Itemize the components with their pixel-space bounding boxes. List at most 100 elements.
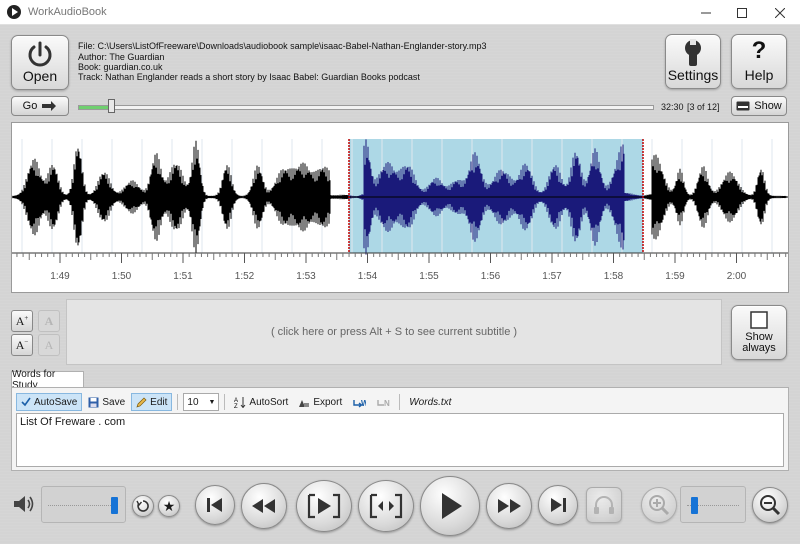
time-label: 1:57 [542,271,562,282]
play-phrase-button[interactable] [358,480,414,532]
svg-text:W: W [361,399,366,408]
autosave-toggle[interactable]: AutoSave [16,393,83,411]
headphones-button [586,487,622,523]
toolbar-divider [177,394,179,410]
next-word-icon: N [377,399,390,408]
headphones-icon [594,496,614,514]
zoom-out-icon [760,495,781,516]
next-track-button[interactable] [538,485,578,525]
autosort-label: AutoSort [249,396,289,408]
fast-forward-icon [498,499,521,513]
decrease-font-button[interactable]: A− [11,334,33,356]
show-button[interactable]: Show [731,96,787,116]
rewind-icon [252,499,275,513]
export-button[interactable]: Export [294,393,346,411]
time-label: 1:56 [481,271,501,282]
subtitle-panel[interactable]: ( click here or press Alt + S to see cur… [66,299,722,365]
settings-button[interactable]: Settings [665,34,721,89]
time-label: 1:51 [173,271,193,282]
pencil-icon [136,397,147,408]
help-button[interactable]: ? Help [731,34,787,89]
tab-words-for-study[interactable]: Words for Study [11,369,84,391]
autosort-button[interactable]: AZ AutoSort [230,393,292,411]
maximize-button[interactable] [724,0,760,25]
window-title: WorkAudioBook [28,6,107,18]
toolbar-divider [224,394,226,410]
chevron-down-icon: ▼ [208,398,216,406]
play-phrase-icon [369,493,403,519]
fast-forward-button[interactable] [486,483,532,529]
word-wrap-button[interactable]: W [348,393,370,411]
bold-font-button: A [38,310,60,332]
go-label: Go [22,100,38,112]
zoom-slider[interactable] [680,486,746,523]
font-increase-icon: A+ [15,313,29,328]
speaker-button[interactable] [12,494,36,517]
close-icon [775,7,785,18]
previous-track-button[interactable] [195,485,235,525]
save-button[interactable]: Save [84,393,129,411]
close-button[interactable] [762,0,798,25]
volume-track [48,505,111,506]
total-time: 32:30 [661,102,684,112]
autosave-label: AutoSave [34,396,78,408]
edit-button[interactable]: Edit [131,393,173,411]
bookmark-star-button[interactable]: ★ [158,495,180,517]
waveform-svg[interactable]: 1:49 1:50 1:51 1:52 1:53 1:54 1:55 1:56 1:57 1:58… [12,123,788,292]
font-normal-icon: A [44,337,54,352]
waveform-panel[interactable]: 1:49 1:50 1:51 1:52 1:53 1:54 1:55 1:56 1:57 1:58… [11,122,789,293]
font-bold-icon: A [44,313,54,328]
svg-text:Z: Z [234,404,238,408]
author-info: Author: The Guardian [78,52,165,62]
play-icon [442,493,462,519]
time-label: 1:55 [419,271,439,282]
title-bar: WorkAudioBook [0,0,800,25]
arrow-right-icon [42,101,57,111]
export-label: Export [313,396,343,408]
settings-label: Settings [667,67,719,83]
show-always-line2: always [742,342,776,354]
words-filename: Words.txt [409,396,452,408]
increase-font-button[interactable]: A+ [11,310,33,332]
wrench-icon [685,39,701,66]
time-label: 1:54 [358,271,378,282]
normal-font-button: A [38,334,60,356]
next-word-button: N [372,393,394,411]
zoom-out-button[interactable] [752,487,788,523]
rewind-button[interactable] [241,483,287,529]
minimize-button[interactable] [688,0,724,25]
maximize-icon [737,7,747,18]
time-label: 1:53 [296,271,316,282]
toolbar-divider [399,394,401,410]
volume-slider[interactable] [41,486,126,523]
replay-phrase-button[interactable] [296,480,352,532]
sort-az-icon: AZ [234,397,246,408]
play-button[interactable] [420,476,480,536]
main-area: Open File: C:\Users\ListOfFreeware\Downl… [0,25,800,544]
floppy-disk-icon [88,397,99,407]
progress-bar[interactable] [78,105,654,110]
checkbox-icon [750,311,768,329]
repeat-button[interactable] [132,495,154,517]
time-label: 1:49 [50,271,70,282]
zoom-thumb[interactable] [691,497,698,514]
skip-forward-icon [551,498,566,512]
volume-thumb[interactable] [111,497,118,514]
power-icon [28,41,52,67]
go-button[interactable]: Go [11,96,69,116]
time-label: 1:52 [235,271,255,282]
show-always-button[interactable]: Show always [731,305,787,360]
time-label: 1:59 [665,271,685,282]
track-counter: [3 of 12] [687,102,720,112]
subtitle-placeholder: ( click here or press Alt + S to see cur… [270,326,518,338]
edit-label: Edit [150,396,168,408]
repeat-icon [136,500,149,512]
words-textarea[interactable]: List Of Freware . com [16,413,784,467]
time-label: 2:00 [727,271,747,282]
app-logo-icon [7,5,21,19]
open-button[interactable]: Open [11,35,69,90]
progress-thumb[interactable] [108,99,115,113]
font-size-value: 10 [187,396,199,408]
open-label: Open [22,68,58,84]
font-size-select[interactable]: 10 ▼ [183,393,220,411]
